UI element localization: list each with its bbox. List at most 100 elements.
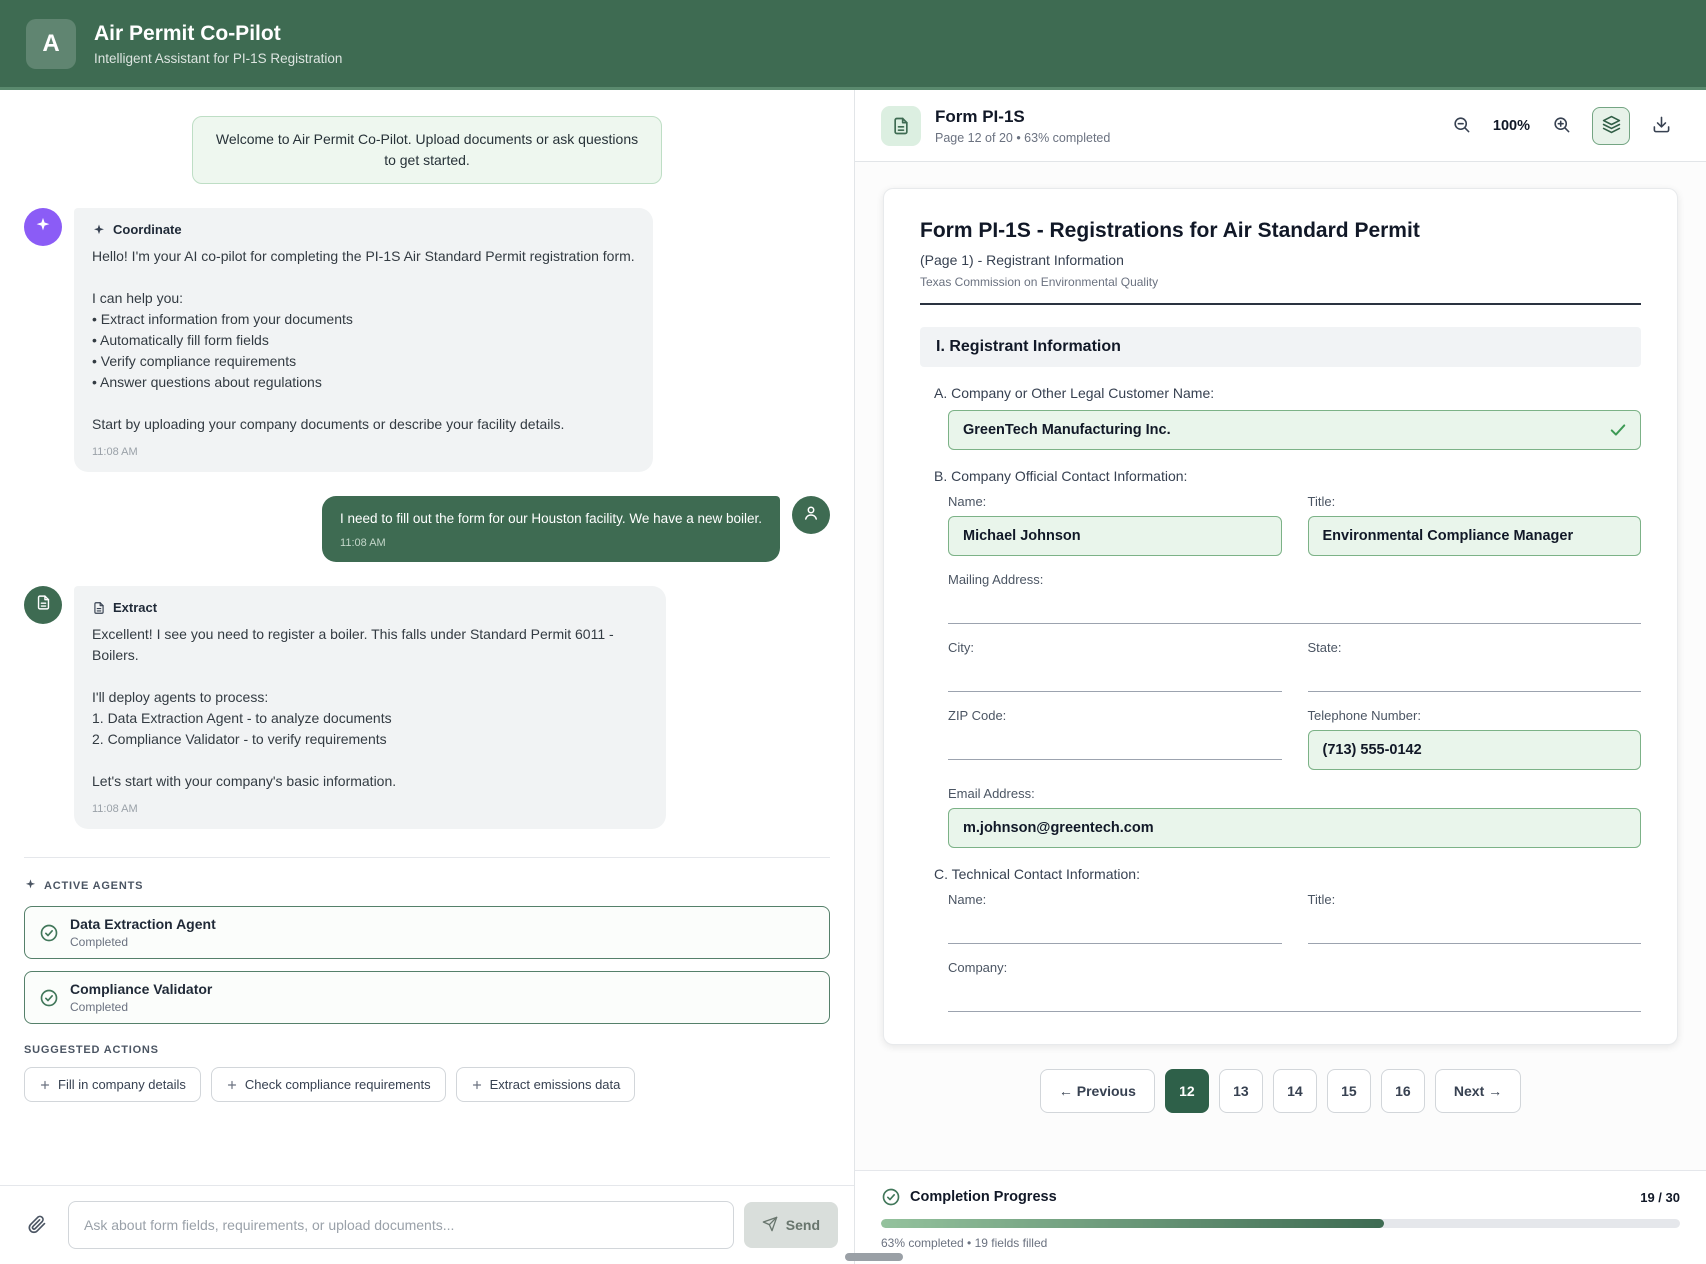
- layers-toggle-button[interactable]: [1592, 106, 1630, 145]
- city-input[interactable]: [948, 662, 1282, 692]
- agent-card-name: Data Extraction Agent: [70, 916, 216, 933]
- technical-name-field: Name:: [948, 892, 1282, 944]
- message-timestamp: 11:08 AM: [92, 803, 138, 816]
- active-agents-heading: ACTIVE AGENTS: [24, 878, 830, 894]
- agent-card-status: Completed: [70, 935, 129, 950]
- form-viewer-panel: Form PI-1S Page 12 of 20 • 63% completed…: [855, 90, 1706, 1264]
- next-page-button[interactable]: Next →: [1434, 1069, 1522, 1113]
- active-agents-heading-label: ACTIVE AGENTS: [44, 880, 144, 893]
- attach-file-button[interactable]: [16, 1204, 58, 1246]
- field-label: City:: [948, 640, 974, 655]
- plus-icon: [226, 1079, 238, 1091]
- send-button[interactable]: Send: [743, 1202, 838, 1248]
- check-icon: [1608, 420, 1628, 440]
- zoom-level: 100%: [1492, 117, 1530, 134]
- message-text: Hello! I'm your AI co-pilot for completi…: [92, 248, 635, 432]
- technical-title-field: Title:: [1307, 892, 1641, 944]
- technical-name-input[interactable]: [948, 914, 1282, 944]
- user-message-row: I need to fill out the form for our Hous…: [24, 496, 830, 563]
- zoom-in-icon: [1552, 115, 1571, 137]
- zip-code-input[interactable]: [948, 730, 1282, 760]
- field-group-technical-contact: C. Technical Contact Information: Name: …: [920, 866, 1641, 1012]
- chat-message-list[interactable]: Welcome to Air Permit Co-Pilot. Upload d…: [0, 90, 854, 1185]
- message-text: I need to fill out the form for our Hous…: [340, 511, 762, 526]
- suggested-actions-row: Fill in company details Check compliance…: [24, 1067, 830, 1103]
- app-header-text: Air Permit Co-Pilot Intelligent Assistan…: [94, 22, 342, 66]
- sparkles-icon: [92, 223, 106, 237]
- viewer-form-title: Form PI-1S: [935, 106, 1025, 126]
- zip-code-field: ZIP Code:: [948, 708, 1282, 770]
- app-subtitle: Intelligent Assistant for PI-1S Registra…: [94, 50, 343, 66]
- zoom-in-button[interactable]: [1542, 107, 1580, 145]
- message-header: Coordinate: [92, 222, 635, 237]
- welcome-message-row: Welcome to Air Permit Co-Pilot. Upload d…: [24, 116, 830, 184]
- field-label: Title:: [1307, 494, 1336, 509]
- field-group-official-contact: B. Company Official Contact Information:…: [920, 468, 1641, 848]
- agent-card-status: Completed: [70, 1000, 129, 1015]
- sparkles-icon: [34, 216, 52, 239]
- layers-icon: [1602, 115, 1621, 137]
- form-page-subtitle: (Page 1) - Registrant Information: [920, 252, 1124, 268]
- user-avatar: [792, 496, 830, 534]
- user-icon: [802, 504, 820, 527]
- form-section-header: I. Registrant Information: [920, 327, 1641, 367]
- previous-page-button[interactable]: ← Previous: [1039, 1069, 1155, 1113]
- field-label: C. Technical Contact Information:: [934, 866, 1140, 882]
- chat-input[interactable]: [68, 1201, 734, 1249]
- paperclip-icon: [27, 1214, 47, 1237]
- chat-panel: Welcome to Air Permit Co-Pilot. Upload d…: [0, 90, 855, 1264]
- form-header-rule: [920, 303, 1641, 305]
- suggested-action-check-compliance[interactable]: Check compliance requirements: [210, 1067, 446, 1103]
- contact-name-input[interactable]: [948, 516, 1282, 556]
- suggested-actions-heading-label: SUGGESTED ACTIONS: [24, 1044, 159, 1057]
- state-field: State:: [1307, 640, 1641, 692]
- page-button-15[interactable]: 15: [1326, 1069, 1371, 1113]
- technical-title-input[interactable]: [1307, 914, 1641, 944]
- field-label: Email Address:: [948, 786, 1035, 801]
- technical-company-field: Company:: [948, 960, 1641, 1012]
- page-button-16[interactable]: 16: [1380, 1069, 1425, 1113]
- app-logo: A: [26, 18, 76, 69]
- field-label: Title:: [1307, 892, 1336, 907]
- form-title: Form PI-1S - Registrations for Air Stand…: [920, 219, 1420, 242]
- page-button-12[interactable]: 12: [1164, 1069, 1209, 1113]
- form-document-icon: [881, 105, 921, 146]
- suggested-action-label: Extract emissions data: [489, 1077, 621, 1093]
- suggested-action-extract-emissions[interactable]: Extract emissions data: [455, 1067, 636, 1103]
- progress-caption: 63% completed • 19 fields filled: [881, 1236, 1048, 1250]
- email-input[interactable]: [948, 808, 1641, 848]
- download-button[interactable]: [1642, 107, 1680, 145]
- zoom-out-button[interactable]: [1443, 107, 1481, 145]
- extract-agent-avatar: [24, 586, 62, 625]
- send-icon: [762, 1216, 778, 1235]
- agent-name-label: Extract: [113, 600, 158, 616]
- form-viewer-body[interactable]: Form PI-1S - Registrations for Air Stand…: [855, 162, 1706, 1170]
- chat-section-divider: [24, 857, 830, 859]
- state-input[interactable]: [1307, 662, 1641, 692]
- progress-fraction: 19 / 30: [1640, 1189, 1680, 1205]
- contact-name-field: Name:: [948, 494, 1282, 556]
- horizontal-scrollbar-thumb[interactable]: [845, 1253, 903, 1261]
- form-agency: Texas Commission on Environmental Qualit…: [920, 275, 1159, 289]
- field-label: B. Company Official Contact Information:: [934, 468, 1188, 484]
- page-button-13[interactable]: 13: [1218, 1069, 1263, 1113]
- page-button-14[interactable]: 14: [1272, 1069, 1317, 1113]
- contact-title-input[interactable]: [1307, 516, 1641, 556]
- technical-company-input[interactable]: [948, 982, 1641, 1012]
- message-text: Excellent! I see you need to register a …: [92, 626, 614, 790]
- field-label: Telephone Number:: [1307, 708, 1421, 723]
- sparkles-icon: [24, 878, 37, 894]
- plus-icon: [471, 1079, 483, 1091]
- telephone-field: Telephone Number:: [1307, 708, 1641, 770]
- agent-card-data-extraction: Data Extraction Agent Completed: [24, 906, 830, 960]
- agent-name-label: Coordinate: [113, 222, 182, 237]
- page-navigation: ← Previous 12 13 14 15 16 Next →: [883, 1069, 1678, 1113]
- app-header: A Air Permit Co-Pilot Intelligent Assist…: [0, 0, 1706, 90]
- telephone-input[interactable]: [1307, 730, 1641, 770]
- suggested-action-fill-company-details[interactable]: Fill in company details: [24, 1067, 201, 1103]
- mailing-address-field: Mailing Address:: [948, 572, 1641, 624]
- company-name-input[interactable]: [948, 410, 1641, 450]
- viewer-toolbar-controls: 100%: [1443, 106, 1680, 145]
- check-circle-icon: [39, 988, 59, 1008]
- mailing-address-input[interactable]: [948, 594, 1641, 624]
